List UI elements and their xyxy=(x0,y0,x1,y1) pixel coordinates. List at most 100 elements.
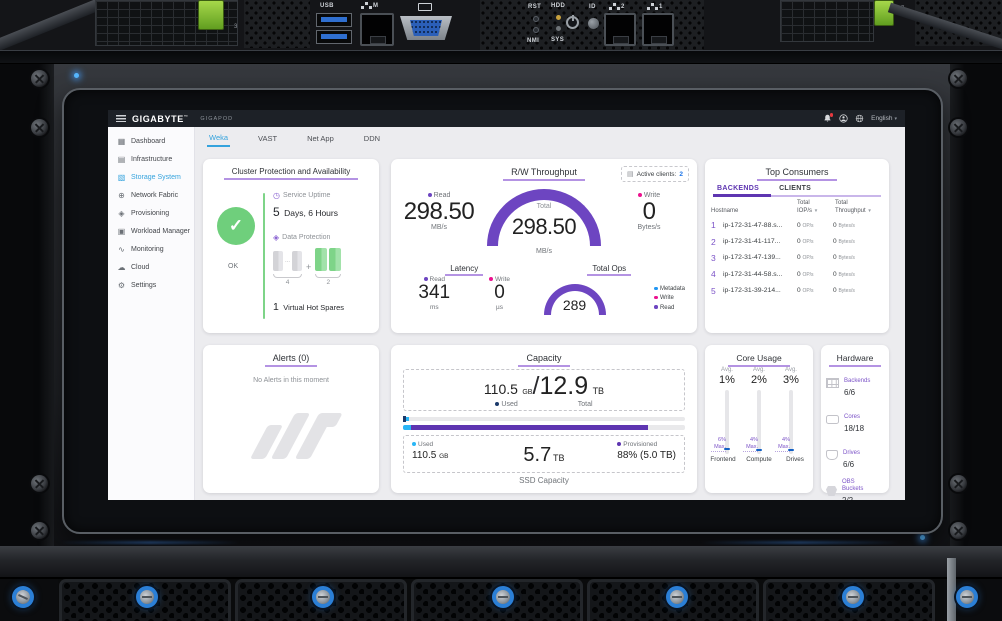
tab-vast[interactable]: VAST xyxy=(256,131,279,146)
status-ok-label: OK xyxy=(228,263,238,270)
table-row[interactable]: 5ip-172-31-39-214... 0 OP/s 0 Bytes/s xyxy=(705,283,889,299)
led-glow xyxy=(700,541,900,544)
dashboard-icon: ▦ xyxy=(117,137,126,146)
led-glow xyxy=(60,541,240,544)
max-label: 4%Max. xyxy=(775,437,790,452)
max-label: 4%Max. xyxy=(743,437,758,452)
cores-icon xyxy=(826,415,839,424)
vent-panel xyxy=(244,0,310,48)
ssd-capacity-bar xyxy=(403,425,685,430)
lan-port-2 xyxy=(604,13,636,46)
card-title: Top Consumers xyxy=(705,159,889,177)
write-throughput: Write 0 Bytes/s xyxy=(607,180,691,262)
latency-write: Write 0 µs xyxy=(489,276,510,311)
shield-check-icon: ◈ xyxy=(273,233,279,242)
latency-read: Read 341 ms xyxy=(418,276,450,311)
vendor-tabs: Weka VAST Net App DDN xyxy=(195,127,905,149)
fan-thumbscrew xyxy=(842,586,864,608)
drive-tray-right xyxy=(780,0,874,42)
nmi-label: NMI xyxy=(527,38,539,44)
tab-ddn[interactable]: DDN xyxy=(362,131,382,146)
hardware-card: Hardware Backends6/6 Cores18/18 xyxy=(821,345,889,493)
server-rack-photo: 3 USB M RST NMI HDD SYS ID 2 1 7 xyxy=(0,0,1002,621)
user-icon[interactable] xyxy=(839,114,848,123)
rack-thumbscrew xyxy=(956,586,978,608)
shield-icon: ◈ xyxy=(117,209,126,218)
table-row[interactable]: 1ip-172-31-47-88.s... 0 OP/s 0 Bytes/s xyxy=(705,217,889,233)
panel-screw xyxy=(950,475,967,492)
tab-clients[interactable]: CLIENTS xyxy=(779,185,811,192)
monitoring-icon: ∿ xyxy=(117,245,126,254)
cluster-protection-card: Cluster Protection and Availability ✓ OK… xyxy=(203,159,379,333)
sidebar-item-cloud[interactable]: ☁Cloud xyxy=(108,258,194,276)
drive-latch-left xyxy=(198,0,224,30)
sidebar-item-storage-system[interactable]: ▧Storage System xyxy=(108,168,194,186)
card-title: Hardware xyxy=(821,345,889,363)
data-stripe-bar xyxy=(273,251,283,271)
panel-screw xyxy=(31,119,48,136)
table-row[interactable]: 4ip-172-31-44-58.s... 0 OP/s 0 Bytes/s xyxy=(705,266,889,282)
tab-netapp[interactable]: Net App xyxy=(305,131,336,146)
sidebar-item-settings[interactable]: ⚙Settings xyxy=(108,276,194,294)
parity-bar xyxy=(329,248,341,271)
weka-logo-watermark xyxy=(251,411,335,463)
table-row[interactable]: 2ip-172-31-41-117... 0 OP/s 0 Bytes/s xyxy=(705,233,889,249)
alerts-card: Alerts (0) No Alerts in this moment xyxy=(203,345,379,493)
panel-screw xyxy=(950,522,967,539)
network-icon xyxy=(365,2,368,5)
core-col-frontend: Avg. 1% 6%Max. xyxy=(711,367,743,454)
max-label: 6%Max. xyxy=(711,437,726,452)
main-content: Weka VAST Net App DDN Cluster Protection… xyxy=(195,127,905,500)
sidebar-item-dashboard[interactable]: ▦Dashboard xyxy=(108,132,194,150)
usb-label: USB xyxy=(320,3,334,9)
write-dot xyxy=(638,193,642,197)
tab-weka[interactable]: Weka xyxy=(207,130,230,147)
rack-rail-gap xyxy=(0,50,1002,64)
menu-icon[interactable] xyxy=(116,115,126,122)
total-ops-section: Total Ops 289 Metadata Write Read xyxy=(530,264,690,311)
lan1-label: 1 xyxy=(648,3,663,10)
rack-rail-right xyxy=(950,64,1002,546)
front-panel: GIGABYTE™ GIGAPOD English▾ xyxy=(0,64,1002,546)
id-button xyxy=(588,18,599,29)
notification-dot xyxy=(830,113,834,117)
provisioned-dot xyxy=(617,442,621,446)
bell-icon[interactable] xyxy=(823,114,832,123)
data-protection-row: ◈Data Protection xyxy=(273,233,374,242)
filter-icon[interactable]: ▼ xyxy=(867,208,871,213)
total-ops-title: Total Ops xyxy=(530,264,690,273)
fan-wall xyxy=(0,546,1002,621)
parity-bar xyxy=(315,248,327,271)
tab-backends[interactable]: BACKENDS xyxy=(717,185,759,192)
globe-icon[interactable] xyxy=(855,114,864,123)
sidebar-item-network-fabric[interactable]: ⊕Network Fabric xyxy=(108,186,194,204)
capacity-summary-box: 110.5 GB/12.9 TB Used Total xyxy=(403,369,685,411)
fan-rail xyxy=(0,546,1002,579)
cloud-icon: ☁ xyxy=(117,263,126,272)
write-dot xyxy=(489,277,493,281)
gear-icon: ⚙ xyxy=(117,281,126,290)
read-throughput: Read 298.50 MB/s xyxy=(397,180,481,262)
sidebar-item-workload-manager[interactable]: ▣Workload Manager xyxy=(108,222,194,240)
sidebar-item-provisioning[interactable]: ◈Provisioning xyxy=(108,204,194,222)
filter-icon[interactable]: ▼ xyxy=(814,208,818,213)
throughput-card: R/W Throughput ▤Active clients:2 Read 29… xyxy=(391,159,697,333)
panel-screw xyxy=(950,119,967,136)
backends-icon xyxy=(826,378,839,388)
rack-rail-left xyxy=(0,64,54,546)
capacity-card: Capacity 110.5 GB/12.9 TB Used Total xyxy=(391,345,697,493)
language-selector[interactable]: English▾ xyxy=(871,115,897,122)
data-protection-scheme: ... 4 + 2 xyxy=(273,248,374,286)
service-uptime-row: ◷Service Uptime xyxy=(273,191,374,200)
usb-port-2 xyxy=(316,30,352,44)
sidebar-item-monitoring[interactable]: ∿Monitoring xyxy=(108,240,194,258)
status-led-blue xyxy=(920,535,925,540)
chevron-down-icon: ▾ xyxy=(894,116,897,122)
bay-number-left: 3 xyxy=(234,24,237,30)
table-row[interactable]: 3ip-172-31-47-139... 0 OP/s 0 Bytes/s xyxy=(705,250,889,266)
status-ok-icon: ✓ xyxy=(217,207,255,245)
ssd-summary-box: Used 110.5 GB 5.7 TB Provisioned 88% (5.… xyxy=(403,435,685,473)
sidebar-item-infrastructure[interactable]: ▤Infrastructure xyxy=(108,150,194,168)
table-header: Hostname TotalIOP/s ▼ TotalThroughput ▼ xyxy=(705,197,889,217)
ssd-capacity-label: SSD Capacity xyxy=(391,476,697,485)
